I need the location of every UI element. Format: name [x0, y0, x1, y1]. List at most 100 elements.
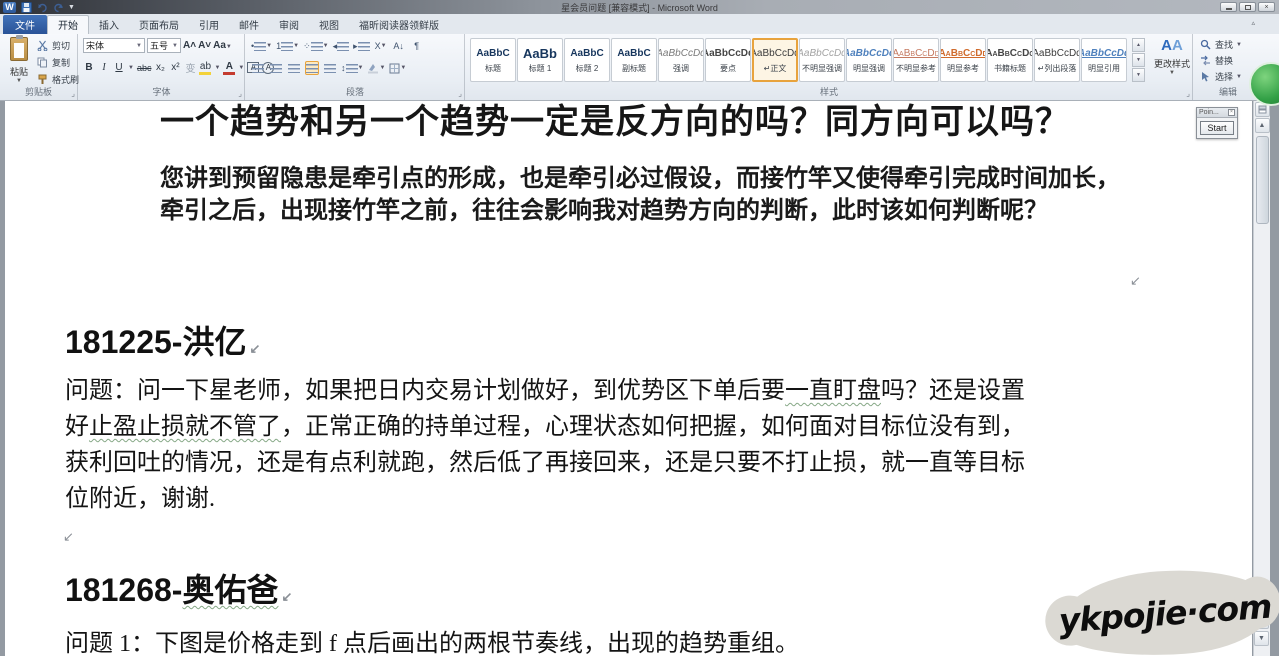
- style-chip-标题 2[interactable]: AaBbC标题 2: [564, 38, 610, 82]
- style-chip-明显引用[interactable]: AaBbCcDd明显引用: [1081, 38, 1127, 82]
- subscript-button[interactable]: x₂: [154, 62, 166, 73]
- collapse-ribbon-icon[interactable]: ▵: [1251, 19, 1255, 27]
- clipboard-group: 粘贴 ▼ 剪切 复制 格式刷 剪贴板 ⌟: [0, 34, 78, 100]
- change-styles-icon: AA: [1161, 37, 1183, 55]
- ribbon-tab-strip: 文件开始插入页面布局引用邮件审阅视图福昕阅读器领鲜版: [0, 14, 1279, 34]
- font-name-select[interactable]: 宋体▼: [83, 38, 145, 53]
- shading-button[interactable]: ▼: [367, 61, 385, 75]
- highlight-dropdown-icon[interactable]: ▼: [214, 65, 220, 71]
- ribbon: 粘贴 ▼ 剪切 复制 格式刷 剪贴板 ⌟: [0, 34, 1279, 101]
- text-highlight-button[interactable]: ab: [199, 61, 211, 75]
- clipboard-dialog-launcher-icon[interactable]: ⌟: [71, 89, 75, 98]
- style-chip-明显参考[interactable]: AaBbCcDd明显参考: [940, 38, 986, 82]
- styles-dialog-launcher-icon[interactable]: ⌟: [1186, 89, 1190, 98]
- tab-文件[interactable]: 文件: [3, 15, 47, 34]
- grow-font-button[interactable]: A˄: [183, 40, 196, 51]
- tab-福昕阅读器领鲜版[interactable]: 福昕阅读器领鲜版: [349, 15, 449, 34]
- chevron-down-icon: ▼: [136, 43, 142, 49]
- styles-scroll-up-icon[interactable]: ▲: [1132, 38, 1145, 52]
- style-chip-明显强调[interactable]: AaBbCcDd明显强调: [846, 38, 892, 82]
- style-chip-正文[interactable]: AaBbCcDd↵正文: [752, 38, 798, 82]
- vertical-scrollbar[interactable]: ▲: [1253, 101, 1270, 656]
- change-styles-dropdown-icon[interactable]: ▼: [1169, 70, 1175, 76]
- scroll-up-icon[interactable]: ▲: [1255, 118, 1270, 133]
- copy-button[interactable]: 复制: [36, 56, 79, 69]
- tab-引用[interactable]: 引用: [189, 15, 229, 34]
- chevron-down-icon: ▼: [1236, 74, 1242, 80]
- tab-页面布局[interactable]: 页面布局: [129, 15, 189, 34]
- tab-审阅[interactable]: 审阅: [269, 15, 309, 34]
- align-right-button[interactable]: [287, 61, 301, 75]
- paragraph-group: •▼ 1▼ ⁘▼ ◂ ▸ X▼ A↓ ¶ ↕▼ ▼ ▼ 段落 ⌟: [246, 34, 465, 100]
- next-page-icon[interactable]: ▼: [1254, 631, 1269, 646]
- font-size-select[interactable]: 五号▼: [147, 38, 181, 53]
- font-color-button[interactable]: A: [223, 61, 235, 75]
- align-left-button[interactable]: [251, 61, 265, 75]
- select-button[interactable]: 选择▼: [1199, 70, 1242, 83]
- cut-button[interactable]: 剪切: [36, 39, 79, 52]
- style-chip-要点[interactable]: AaBbCcDd要点: [705, 38, 751, 82]
- line-spacing-button[interactable]: ↕▼: [341, 61, 363, 75]
- styles-more-icon[interactable]: ▼: [1132, 68, 1145, 82]
- style-chip-书籍标题[interactable]: AaBbCcDo书籍标题: [987, 38, 1033, 82]
- italic-button[interactable]: I: [98, 62, 110, 73]
- styles-scroll-down-icon[interactable]: ▼: [1132, 53, 1145, 67]
- scissors-icon: [36, 40, 49, 52]
- replace-icon: [1199, 55, 1212, 67]
- sort-button[interactable]: A↓: [392, 39, 406, 53]
- style-chip-强调[interactable]: AaBbCcDd强调: [658, 38, 704, 82]
- style-chip-副标题[interactable]: AaBbC副标题: [611, 38, 657, 82]
- bullets-button[interactable]: •▼: [251, 39, 272, 53]
- close-button[interactable]: ×: [1258, 2, 1275, 12]
- paragraph-mark: ↙: [63, 529, 74, 545]
- style-sample: AaBbCcDd: [799, 47, 845, 60]
- bold-button[interactable]: B: [83, 62, 95, 73]
- multilevel-list-button[interactable]: ⁘▼: [303, 39, 329, 53]
- window-title: 星会员问题 [兼容模式] - Microsoft Word: [0, 1, 1279, 14]
- document-page[interactable]: 一个趋势和另一个趋势一定是反方向的吗？同方向可以吗？ 您讲到预留隐患是牵引点的形…: [5, 101, 1252, 656]
- decrease-indent-button[interactable]: ◂: [333, 39, 350, 53]
- paste-dropdown-icon[interactable]: ▼: [16, 78, 22, 84]
- font-dialog-launcher-icon[interactable]: ⌟: [238, 89, 242, 98]
- style-label: 不明显参考: [896, 63, 936, 74]
- numbering-button[interactable]: 1▼: [276, 39, 299, 53]
- asian-layout-button[interactable]: X▼: [374, 39, 388, 53]
- strikethrough-button[interactable]: abc: [137, 63, 152, 73]
- font-color-dropdown-icon[interactable]: ▼: [238, 65, 244, 71]
- change-case-button[interactable]: Aa▼: [213, 40, 232, 51]
- align-center-button[interactable]: [269, 61, 283, 75]
- tab-视图[interactable]: 视图: [309, 15, 349, 34]
- style-chip-列出段落[interactable]: AaBbCcDd↵列出段落: [1034, 38, 1080, 82]
- style-sample: AaBbCcDd: [1081, 47, 1127, 60]
- tab-开始[interactable]: 开始: [47, 15, 89, 34]
- minimize-button[interactable]: [1220, 2, 1237, 12]
- styles-group: AaBbC标题AaBb标题 1AaBbC标题 2AaBbC副标题AaBbCcDd…: [466, 34, 1193, 100]
- distribute-button[interactable]: [323, 61, 337, 75]
- increase-indent-button[interactable]: ▸: [353, 39, 370, 53]
- borders-button[interactable]: ▼: [389, 61, 406, 75]
- restore-button[interactable]: [1239, 2, 1256, 12]
- show-marks-button[interactable]: ¶: [410, 39, 424, 53]
- find-button[interactable]: 查找▼: [1199, 38, 1242, 51]
- superscript-button[interactable]: x²: [169, 62, 181, 73]
- clipboard-group-label: 剪贴板: [0, 85, 77, 98]
- shrink-font-button[interactable]: A˅: [198, 40, 211, 51]
- start-button[interactable]: Start: [1200, 121, 1234, 135]
- style-sample: AaBbCcDd: [705, 47, 751, 60]
- tab-邮件[interactable]: 邮件: [229, 15, 269, 34]
- replace-button[interactable]: 替换: [1199, 54, 1242, 67]
- style-chip-标题[interactable]: AaBbC标题: [470, 38, 516, 82]
- style-sample: AaBb: [523, 47, 557, 60]
- tab-插入[interactable]: 插入: [89, 15, 129, 34]
- underline-button[interactable]: U: [113, 62, 125, 73]
- phonetic-guide-button[interactable]: 变: [184, 60, 196, 75]
- style-chip-标题 1[interactable]: AaBb标题 1: [517, 38, 563, 82]
- style-chip-不明显强调[interactable]: AaBbCcDd不明显强调: [799, 38, 845, 82]
- close-icon[interactable]: ×: [1228, 109, 1235, 116]
- underline-dropdown-icon[interactable]: ▼: [128, 65, 134, 71]
- justify-button[interactable]: [305, 61, 319, 75]
- pointer-tool-title: Poin...: [1199, 109, 1219, 116]
- scrollbar-thumb[interactable]: [1256, 136, 1269, 224]
- style-chip-不明显参考[interactable]: AaBbCcDd不明显参考: [893, 38, 939, 82]
- paragraph-dialog-launcher-icon[interactable]: ⌟: [458, 89, 462, 98]
